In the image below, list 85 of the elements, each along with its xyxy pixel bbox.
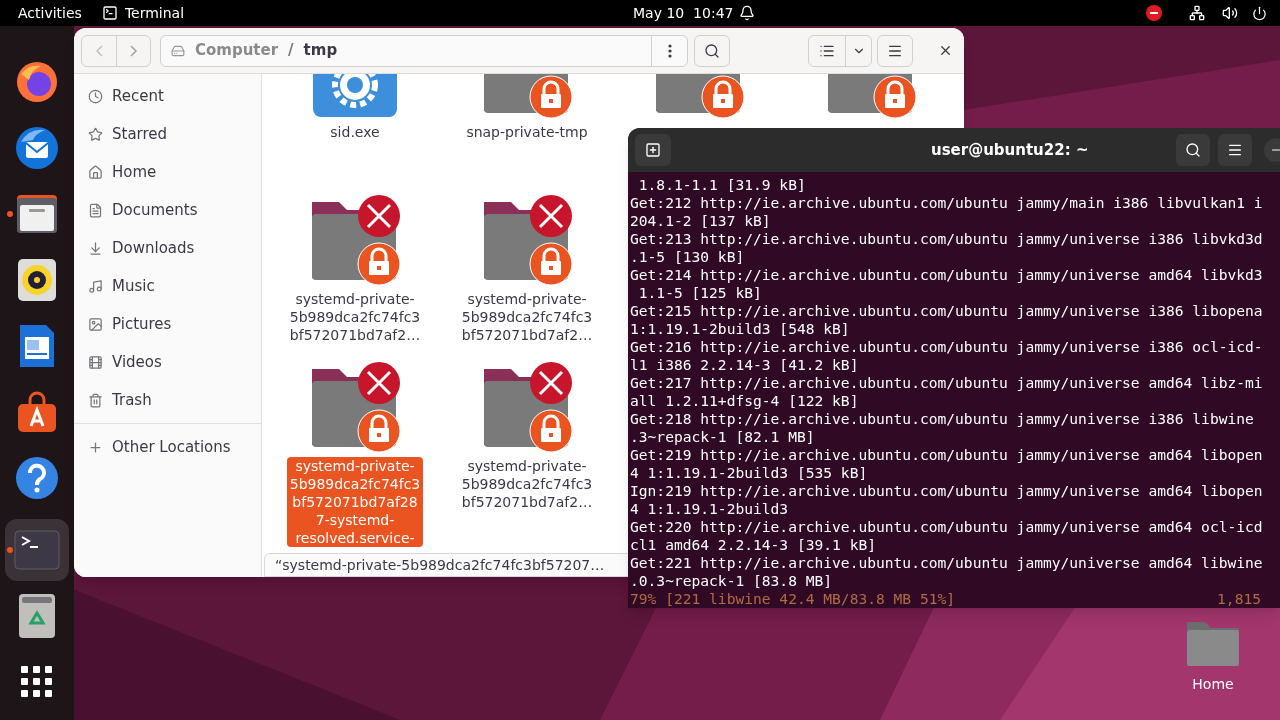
kebab-menu-icon	[667, 43, 672, 58]
path-separator: /	[288, 40, 294, 62]
terminal-line: Get:213 http://ie.archive.ubuntu.com/ubuntu jammy/universe i386 libvkd3d	[630, 230, 1263, 248]
search-button[interactable]	[694, 34, 731, 67]
clock-icon	[88, 88, 103, 104]
progress-text: 79% [221 libwine 42.4 MB/83.8 MB 51%]	[630, 590, 956, 608]
new-tab-icon	[645, 142, 661, 158]
alarm-bell-icon	[739, 5, 755, 21]
path-crumb[interactable]: tmp	[303, 39, 338, 62]
new-tab-button[interactable]	[635, 134, 671, 166]
terminal-line: 4 1:1.19.1-2build3	[630, 500, 789, 518]
terminal-line: l1 i386 2.2.14-3 [41.2 kB]	[630, 356, 859, 374]
terminal-line: .3~repack-1 [82.1 MB]	[630, 428, 815, 446]
film-icon	[88, 354, 103, 370]
download-rate: 1,815	[1217, 590, 1261, 608]
app-menu[interactable]: Terminal	[124, 2, 185, 24]
sidebar-item[interactable]: Music	[74, 267, 261, 305]
clock[interactable]: May 10 10:47	[633, 2, 734, 24]
drive-icon	[171, 43, 185, 58]
thunderbird-icon	[13, 124, 61, 172]
activities-button[interactable]: Activities	[18, 2, 82, 24]
document-icon	[88, 202, 103, 218]
sidebar-item[interactable]: Downloads	[74, 229, 261, 267]
network-icon[interactable]	[1189, 5, 1205, 21]
terminal-line: 1.1-5 [125 kB]	[637, 284, 762, 302]
help-icon	[15, 456, 59, 500]
house-icon	[88, 164, 103, 180]
terminal-line: .1-5 [130 kB]	[630, 248, 745, 266]
desktop-icon-label[interactable]: Home	[1192, 674, 1234, 695]
search-icon	[1185, 142, 1201, 158]
power-icon[interactable]	[1252, 5, 1267, 21]
file-name[interactable]: systemd-private-5b989dca2fc74fc3bf572071bd7af2…	[459, 457, 595, 511]
menu-button[interactable]	[1218, 134, 1252, 166]
terminal-line: Ign:219 http://ie.archive.ubuntu.com/ubuntu jammy/universe amd64 libopen	[630, 482, 1263, 500]
menu-icon	[1227, 142, 1243, 158]
star-icon	[88, 126, 103, 142]
download-icon	[88, 240, 103, 256]
sidebar-item[interactable]: Starred	[74, 115, 261, 153]
do-not-disturb-icon	[1146, 5, 1162, 21]
file-name[interactable]: systemd-private-5b989dca2fc74fc3bf572071bd7af287-systemd-resolved.service-	[287, 457, 423, 547]
volume-icon[interactable]	[1222, 5, 1238, 21]
terminal-line: Get:214 http://ie.archive.ubuntu.com/ubuntu jammy/universe amd64 libvkd3	[630, 266, 1263, 284]
sidebar-item[interactable]: Other Locations	[74, 428, 261, 466]
sidebar-item[interactable]: Pictures	[74, 305, 261, 343]
terminal-line: Get:215 http://ie.archive.ubuntu.com/ubuntu jammy/universe i386 libopena	[630, 302, 1263, 320]
file-name[interactable]: systemd-private-5b989dca2fc74fc3bf572071bd7af2…	[459, 290, 595, 344]
window-title: user@ubuntu22: ~	[931, 139, 1089, 161]
document-icon	[18, 323, 56, 369]
trash-icon	[88, 392, 103, 408]
shopping-bag-icon	[15, 390, 59, 434]
sidebar-item[interactable]: Recent	[74, 77, 261, 115]
chevron-left-icon	[95, 44, 103, 57]
terminal-line: Get:219 http://ie.archive.ubuntu.com/ubuntu jammy/universe amd64 libopen	[630, 446, 1263, 464]
sidebar-item[interactable]: Videos	[74, 343, 261, 381]
terminal-line: 4 1:1.19.1-2build3 [535 kB]	[630, 464, 868, 482]
terminal-line: Get:218 http://ie.archive.ubuntu.com/ubuntu jammy/universe i386 libwine	[630, 410, 1254, 428]
music-note-icon	[88, 278, 103, 294]
terminal-line: Get:212 http://ie.archive.ubuntu.com/ubuntu jammy/main i386 libvulkan1 i	[630, 194, 1263, 212]
folder-icon	[15, 192, 59, 236]
terminal-line: 1:1.19.1-2build3 [548 kB]	[630, 320, 850, 338]
sidebar-item[interactable]: Home	[74, 153, 261, 191]
plus-icon	[88, 439, 103, 455]
search-icon	[704, 42, 721, 59]
file-name[interactable]: systemd-private-5b989dca2fc74fc3bf572071bd7af2…	[287, 290, 423, 344]
search-button[interactable]	[1176, 134, 1210, 166]
sidebar-item[interactable]: Trash	[74, 381, 261, 419]
recycle-bin-icon	[18, 593, 56, 639]
image-icon	[88, 316, 103, 332]
terminal-line: 204.1-2 [137 kB]	[630, 212, 771, 230]
menu-button[interactable]	[877, 34, 914, 67]
file-name[interactable]: snap-private-tmp	[459, 123, 595, 141]
sidebar-item[interactable]: Documents	[74, 191, 261, 229]
chevron-right-icon	[130, 44, 137, 57]
terminal-icon	[14, 530, 60, 570]
app-grid-icon	[21, 666, 53, 698]
terminal-line: cl1 amd64 2.2.14-3 [39.1 kB]	[630, 536, 876, 554]
terminal-icon	[101, 5, 118, 21]
firefox-icon	[15, 60, 59, 104]
terminal-line: Get:217 http://ie.archive.ubuntu.com/ubuntu jammy/universe amd64 libz-mi	[630, 374, 1263, 392]
terminal-line: 1.8.1-1.1 [31.9 kB]	[637, 176, 806, 194]
terminal-line: Get:216 http://ie.archive.ubuntu.com/ubuntu jammy/universe i386 ocl-icd-	[630, 338, 1263, 356]
speaker-icon	[17, 258, 57, 302]
file-name[interactable]: sid.exe	[287, 123, 423, 141]
terminal-line: Get:220 http://ie.archive.ubuntu.com/ubuntu jammy/universe amd64 ocl-icd	[630, 518, 1263, 536]
terminal-line: all 1.2.11+dfsg-4 [122 kB]	[630, 392, 859, 410]
